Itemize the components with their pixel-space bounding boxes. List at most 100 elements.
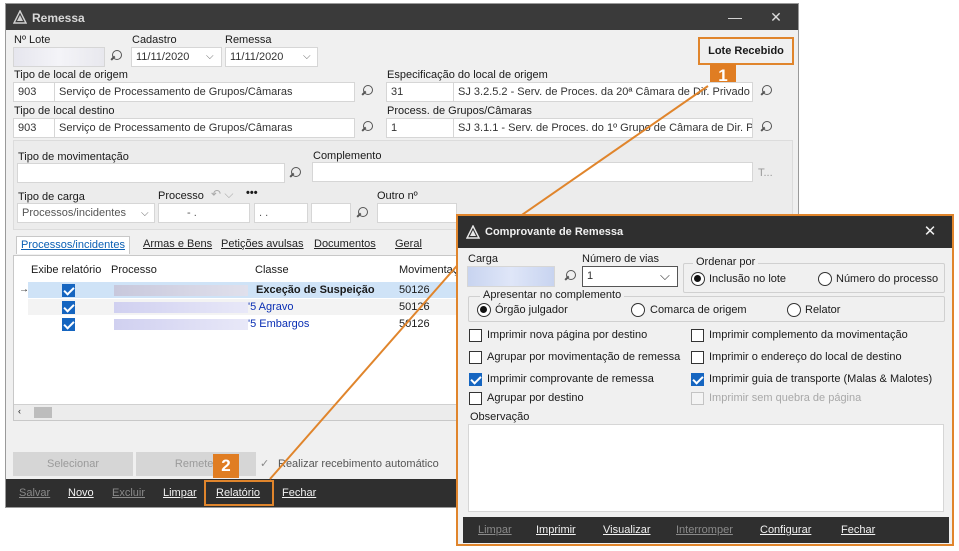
- ordenar-inclusao-radio[interactable]: [691, 272, 705, 286]
- carga-field[interactable]: [467, 266, 555, 287]
- row-mov: 50126: [399, 318, 430, 330]
- lote-recebido-button[interactable]: Lote Recebido: [698, 37, 794, 65]
- chevron-down-icon[interactable]: ⌵: [141, 209, 151, 219]
- movimentacao-field[interactable]: [17, 163, 285, 183]
- agrupar-destino-checkbox[interactable]: [469, 392, 482, 405]
- comprovante-label: Imprimir comprovante de remessa: [487, 373, 654, 385]
- undo-icon[interactable]: ↶ ⌵: [211, 187, 234, 202]
- tab-documentos[interactable]: Documentos: [310, 236, 380, 254]
- process-label: Process. de Grupos/Câmaras: [387, 105, 532, 117]
- espec-search-icon[interactable]: [761, 85, 775, 99]
- lote-search-icon[interactable]: [111, 50, 125, 64]
- row-checkbox[interactable]: [62, 318, 75, 331]
- selecionar-button[interactable]: Selecionar: [13, 452, 133, 476]
- chevron-down-icon[interactable]: ⌵: [660, 268, 670, 284]
- tab-armas[interactable]: Armas e Bens: [139, 236, 216, 254]
- destino-code-field[interactable]: 903: [13, 118, 55, 138]
- fechar-button[interactable]: Fechar: [282, 487, 316, 499]
- horizontal-scrollbar[interactable]: [14, 404, 462, 420]
- carga-search-icon[interactable]: [565, 270, 579, 284]
- nova-pagina-checkbox[interactable]: [469, 329, 482, 342]
- origem-code-field[interactable]: 903: [13, 82, 55, 102]
- outro-field[interactable]: [377, 203, 457, 223]
- novo-button[interactable]: Novo: [68, 487, 94, 499]
- sem-quebra-checkbox[interactable]: [691, 392, 704, 405]
- relator-radio[interactable]: [787, 303, 801, 317]
- row-checkbox[interactable]: [62, 301, 75, 314]
- processo-number-blurred: [114, 302, 248, 313]
- row-mov: 50126: [399, 284, 430, 296]
- row-classe: '5 Agravo: [248, 301, 294, 313]
- dialog-imprimir-button[interactable]: Imprimir: [536, 524, 576, 536]
- minimize-button[interactable]: —: [724, 8, 746, 26]
- process-code-field[interactable]: 1: [386, 118, 454, 138]
- chevron-down-icon[interactable]: ⌵: [206, 52, 216, 62]
- comprovante-checkbox[interactable]: [469, 373, 482, 386]
- carga-select[interactable]: Processos/incidentes: [17, 203, 155, 223]
- guia-transporte-checkbox[interactable]: [691, 373, 704, 386]
- observacao-textarea[interactable]: [468, 424, 944, 512]
- processo-field-2[interactable]: . .: [254, 203, 308, 223]
- espec-code-field[interactable]: 31: [386, 82, 454, 102]
- outro-label: Outro nº: [377, 190, 418, 202]
- destino-desc-field[interactable]: Serviço de Processamento de Grupos/Câmar…: [54, 118, 355, 138]
- agrupar-mov-label: Agrupar por movimentação de remessa: [487, 351, 681, 363]
- excluir-button[interactable]: Excluir: [112, 487, 145, 499]
- ordenar-label: Ordenar por: [693, 256, 759, 268]
- col-processo[interactable]: Processo: [111, 264, 157, 276]
- tab-geral[interactable]: Geral: [391, 236, 426, 254]
- endereco-label: Imprimir o endereço do local de destino: [709, 351, 902, 363]
- complemento-mov-checkbox[interactable]: [691, 329, 704, 342]
- processo-more-icon[interactable]: •••: [246, 187, 258, 199]
- processo-search-icon[interactable]: [357, 207, 371, 221]
- dialog-interromper-button[interactable]: Interromper: [676, 524, 733, 536]
- lote-label: Nº Lote: [14, 34, 51, 46]
- scroll-left-icon[interactable]: ‹: [18, 406, 21, 416]
- endereco-checkbox[interactable]: [691, 351, 704, 364]
- scroll-thumb[interactable]: [34, 407, 52, 418]
- espec-desc-field[interactable]: SJ 3.2.5.2 - Serv. de Proces. da 20ª Câm…: [453, 82, 753, 102]
- complemento-field[interactable]: [312, 162, 753, 182]
- row-checkbox[interactable]: [62, 284, 75, 297]
- process-search-icon[interactable]: [761, 121, 775, 135]
- window-titlebar: Remessa — ✕: [6, 4, 798, 30]
- carga-label: Carga: [468, 253, 498, 265]
- comarca-radio[interactable]: [631, 303, 645, 317]
- tab-processos[interactable]: Processos/incidentes: [16, 236, 130, 254]
- processo-field-1[interactable]: - .: [158, 203, 250, 223]
- dialog-title: Comprovante de Remessa: [485, 226, 624, 238]
- orgao-julgador-label: Órgão julgador: [495, 304, 568, 316]
- origem-desc-field[interactable]: Serviço de Processamento de Grupos/Câmar…: [54, 82, 355, 102]
- complemento-more[interactable]: T...: [758, 167, 773, 179]
- limpar-button[interactable]: Limpar: [163, 487, 197, 499]
- ordenar-numero-radio[interactable]: [818, 272, 832, 286]
- dialog-configurar-button[interactable]: Configurar: [760, 524, 811, 536]
- ordenar-inclusao-label: Inclusão no lote: [709, 273, 787, 285]
- comprovante-dialog: Comprovante de Remessa ✕ Carga Número de…: [456, 214, 954, 546]
- close-icon[interactable]: ✕: [921, 223, 939, 241]
- processo-field-3[interactable]: [311, 203, 351, 223]
- chevron-down-icon[interactable]: ⌵: [303, 52, 313, 62]
- salvar-button[interactable]: Salvar: [19, 487, 50, 499]
- lote-field[interactable]: 2: [13, 47, 105, 67]
- dialog-visualizar-button[interactable]: Visualizar: [603, 524, 651, 536]
- dialog-fechar-button[interactable]: Fechar: [841, 524, 875, 536]
- processo-label: Processo: [158, 190, 204, 202]
- tab-peticoes[interactable]: Petições avulsas: [217, 236, 308, 254]
- agrupar-mov-checkbox[interactable]: [469, 351, 482, 364]
- app-logo-icon: [13, 10, 27, 24]
- destino-search-icon[interactable]: [362, 121, 376, 135]
- movimentacao-search-icon[interactable]: [290, 167, 304, 181]
- col-classe[interactable]: Classe: [255, 264, 289, 276]
- orgao-julgador-radio[interactable]: [477, 303, 491, 317]
- row-mov: 50126: [399, 301, 430, 313]
- origem-search-icon[interactable]: [362, 85, 376, 99]
- auto-receive-check-icon[interactable]: ✓: [260, 457, 269, 470]
- close-button[interactable]: ✕: [765, 8, 787, 26]
- processos-grid: Exibe relatório Processo Classe Moviment…: [13, 255, 471, 421]
- dialog-limpar-button[interactable]: Limpar: [478, 524, 512, 536]
- process-desc-field[interactable]: SJ 3.1.1 - Serv. de Proces. do 1º Grupo …: [453, 118, 753, 138]
- relatorio-button[interactable]: Relatório: [216, 487, 260, 499]
- col-exibe[interactable]: Exibe relatório: [31, 264, 101, 276]
- ordenar-numero-label: Número do processo: [836, 273, 939, 285]
